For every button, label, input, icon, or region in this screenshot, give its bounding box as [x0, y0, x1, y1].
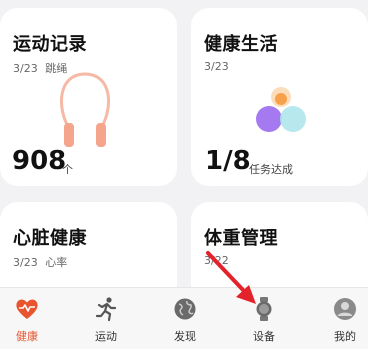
globe-icon — [174, 298, 196, 320]
card-title: 健康生活 — [204, 34, 278, 55]
bottom-tab-bar: 健康 运动 发现 设备 我的 — [0, 287, 368, 349]
card-subtitle: 3/23 心率 — [13, 254, 67, 270]
health-app-home: 运动记录 3/23 跳绳 908 个 健康生活 3/23 1/8 任务达成 心脏… — [0, 0, 368, 349]
card-title: 体重管理 — [204, 228, 278, 249]
card-date: 3/23 — [13, 62, 38, 75]
watch-icon — [256, 297, 272, 321]
tab-exercise[interactable]: 运动 — [76, 296, 136, 344]
card-date: 3/23 — [13, 256, 38, 269]
card-subtitle: 3/23 — [204, 60, 233, 73]
person-icon — [334, 298, 356, 320]
tab-label: 发现 — [174, 330, 196, 343]
tab-health[interactable]: 健康 — [0, 296, 57, 344]
card-title: 心脏健康 — [13, 228, 87, 249]
running-person-icon — [95, 297, 117, 322]
task-bubbles-icon — [256, 87, 306, 132]
heart-metric: 心率 — [45, 256, 68, 269]
jump-count-unit: 个 — [62, 163, 73, 176]
tab-label: 我的 — [334, 330, 356, 343]
tab-label: 设备 — [253, 330, 275, 343]
jump-rope-icon — [59, 72, 111, 147]
card-date: 3/23 — [204, 60, 229, 73]
tab-device[interactable]: 设备 — [234, 296, 294, 344]
exercise-record-card[interactable]: 运动记录 3/23 跳绳 908 个 — [0, 8, 177, 186]
healthy-living-card[interactable]: 健康生活 3/23 1/8 任务达成 — [191, 8, 368, 186]
jump-count-value: 908 — [12, 146, 67, 176]
card-date: 3/22 — [204, 254, 229, 267]
heart-pulse-icon — [16, 299, 38, 319]
tasks-completed-label: 任务达成 — [249, 163, 293, 176]
tab-label: 健康 — [16, 330, 38, 343]
card-title: 运动记录 — [13, 34, 87, 55]
tab-label: 运动 — [95, 330, 117, 343]
tasks-completed-value: 1/8 — [205, 146, 251, 176]
card-subtitle: 3/22 — [204, 254, 233, 267]
tab-me[interactable]: 我的 — [315, 296, 368, 344]
tab-discover[interactable]: 发现 — [155, 296, 215, 344]
